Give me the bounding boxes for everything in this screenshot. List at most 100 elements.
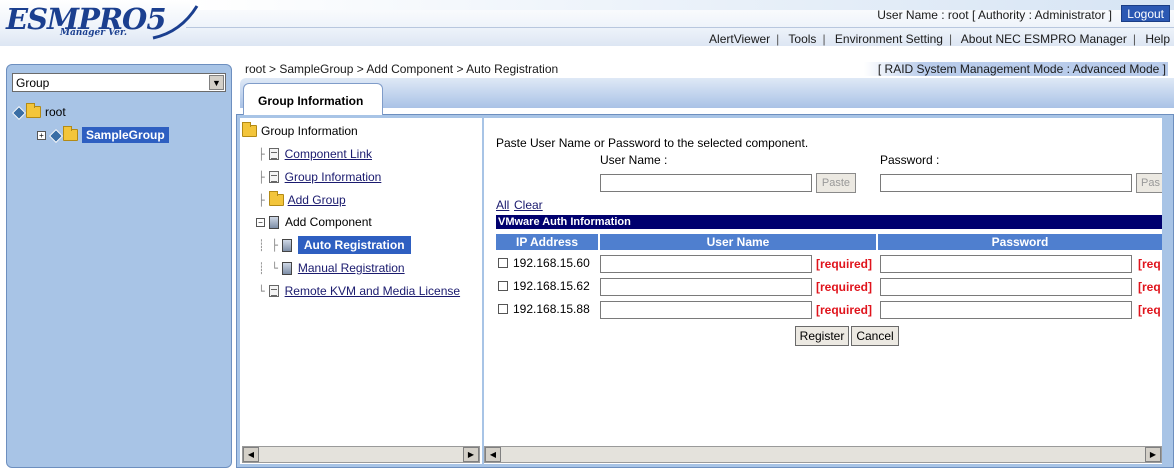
subtree-item-add-group[interactable]: ├ Add Group (258, 191, 346, 207)
subtree-horizontal-scrollbar[interactable]: ◀ ▶ (242, 446, 480, 463)
document-icon (268, 148, 279, 160)
scroll-right-icon[interactable]: ▶ (1145, 447, 1161, 462)
subtree-root: Group Information (242, 122, 358, 138)
row-username-input[interactable] (600, 278, 812, 296)
subtree-link[interactable]: Add Group (288, 193, 346, 207)
nav-tools[interactable]: Tools (788, 32, 816, 46)
app-header: ESMPRO5 Manager Ver. User Name : root [ … (0, 0, 1174, 46)
tab-group-information[interactable]: Group Information (243, 83, 383, 115)
tree-line: ├ (258, 170, 265, 184)
paste-password-label: Password : (880, 153, 940, 167)
scroll-right-icon[interactable]: ▶ (463, 447, 479, 462)
row-username-input[interactable] (600, 255, 812, 273)
nav-help[interactable]: Help (1145, 32, 1170, 46)
required-marker: [req (1138, 257, 1161, 271)
logout-button[interactable]: Logout (1121, 5, 1170, 22)
paste-username-input[interactable] (600, 174, 812, 192)
row-ip-address: 192.168.15.62 (513, 279, 590, 293)
subtree-item-component-link[interactable]: ├ Component Link (258, 147, 372, 161)
row-checkbox[interactable] (498, 304, 508, 314)
row-checkbox[interactable] (498, 258, 508, 268)
component-icon (50, 130, 61, 141)
scroll-left-icon[interactable]: ◀ (243, 447, 259, 462)
paste-password-input[interactable] (880, 174, 1132, 192)
top-nav: AlertViewer | Tools | Environment Setting |… (709, 32, 1170, 46)
row-password-input[interactable] (880, 255, 1132, 273)
group-info-tree: Group Information ├ Component Link ├ Gro… (240, 118, 482, 464)
subtree-root-label: Group Information (261, 124, 358, 138)
subtree-label: Add Component (285, 215, 372, 229)
tree-line: ┊ └ (258, 261, 278, 275)
content-horizontal-scrollbar[interactable]: ◀ ▶ (484, 446, 1162, 463)
scroll-left-icon[interactable]: ◀ (485, 447, 501, 462)
paste-username-label: User Name : (600, 153, 668, 167)
nav-environment-setting[interactable]: Environment Setting (835, 32, 943, 46)
required-marker: [req (1138, 280, 1161, 294)
required-marker: [req (1138, 303, 1161, 317)
column-header-username: User Name (600, 234, 876, 250)
raid-mode-label: [ RAID System Management Mode : Advanced… (863, 62, 1168, 76)
row-ip-address: 192.168.15.60 (513, 256, 590, 270)
group-tree-panel: Group ▼ root + SampleGroup (6, 64, 232, 468)
tree-node-root[interactable]: root (13, 103, 66, 119)
subtree-link[interactable]: Remote KVM and Media License (285, 284, 460, 298)
required-marker: [required] (816, 257, 873, 271)
subtree-item-remote-kvm[interactable]: └ Remote KVM and Media License (258, 284, 460, 298)
auto-registration-pane: Paste User Name or Password to the selec… (484, 118, 1162, 464)
paste-username-button[interactable]: Paste (816, 173, 856, 193)
breadcrumb: root > SampleGroup > Add Component > Aut… (245, 62, 559, 76)
cancel-button[interactable]: Cancel (851, 326, 899, 346)
server-icon (269, 215, 279, 229)
nav-separator: | (948, 32, 953, 46)
clear-selection-link[interactable]: Clear (514, 198, 543, 212)
tree-node-label: root (45, 105, 66, 119)
header-divider (186, 27, 1174, 28)
row-ip-address: 192.168.15.88 (513, 302, 590, 316)
tree-line: ├ (258, 193, 265, 207)
expand-icon[interactable]: + (37, 130, 46, 140)
nav-separator: | (1132, 32, 1136, 46)
row-username-input[interactable] (600, 301, 812, 319)
folder-icon (242, 122, 257, 137)
register-button[interactable]: Register (795, 326, 849, 346)
nav-separator: | (822, 32, 826, 46)
server-icon (281, 261, 292, 275)
column-header-password: Password (878, 234, 1162, 250)
instruction-text: Paste User Name or Password to the selec… (496, 136, 809, 150)
group-select-value: Group (16, 76, 50, 90)
row-password-input[interactable] (880, 278, 1132, 296)
subtree-selected-label: Auto Registration (297, 236, 411, 254)
subtree-link[interactable]: Manual Registration (298, 261, 405, 275)
subtree-item-add-component[interactable]: − Add Component (256, 215, 372, 229)
select-all-link[interactable]: All (496, 198, 509, 212)
row-password-input[interactable] (880, 301, 1132, 319)
tree-line: └ (258, 284, 265, 298)
logo-subtitle: Manager Ver. (60, 28, 127, 38)
component-icon (13, 107, 24, 118)
document-icon (268, 285, 279, 297)
esmpro-logo: ESMPRO5 Manager Ver. (6, 2, 206, 44)
folder-icon (26, 103, 41, 118)
folder-add-icon (268, 191, 284, 206)
nav-about[interactable]: About NEC ESMPRO Manager (961, 32, 1127, 46)
subtree-item-auto-registration[interactable]: ┊ ├ Auto Registration (258, 236, 411, 254)
folder-icon (63, 126, 78, 141)
paste-password-button[interactable]: Pas (1136, 173, 1162, 193)
nav-separator: | (776, 32, 780, 46)
subtree-item-manual-registration[interactable]: ┊ └ Manual Registration (258, 261, 405, 275)
group-select[interactable]: Group ▼ (12, 73, 226, 92)
server-icon (281, 238, 292, 252)
subtree-link[interactable]: Component Link (285, 147, 372, 161)
subtree-item-group-information[interactable]: ├ Group Information (258, 170, 381, 184)
document-icon (268, 171, 279, 183)
column-header-ip: IP Address (496, 234, 598, 250)
chevron-down-icon[interactable]: ▼ (209, 75, 224, 90)
required-marker: [required] (816, 280, 873, 294)
subtree-link[interactable]: Group Information (285, 170, 382, 184)
collapse-icon[interactable]: − (256, 217, 265, 227)
nav-alertviewer[interactable]: AlertViewer (709, 32, 770, 46)
tree-node-samplegroup[interactable]: + SampleGroup (37, 126, 169, 143)
user-info: User Name : root [ Authority : Administr… (877, 8, 1112, 22)
required-marker: [required] (816, 303, 873, 317)
row-checkbox[interactable] (498, 281, 508, 291)
